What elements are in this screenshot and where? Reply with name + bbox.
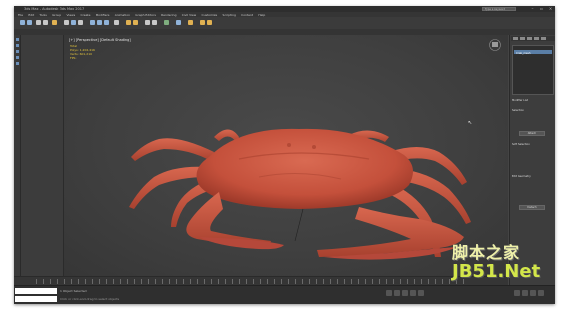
motion-tab-icon[interactable]: [534, 37, 539, 40]
rotate-icon[interactable]: [97, 20, 102, 25]
snap-icon[interactable]: [126, 20, 131, 25]
goto-end-icon[interactable]: [418, 290, 424, 296]
hierarchy-tab-icon[interactable]: [527, 37, 532, 40]
command-panel-tabs: [511, 36, 555, 41]
tool-icon[interactable]: [15, 56, 19, 59]
pan-icon[interactable]: [514, 290, 520, 296]
prev-frame-icon[interactable]: [394, 290, 400, 296]
next-frame-icon[interactable]: [410, 290, 416, 296]
detach-button[interactable]: Detach: [519, 205, 545, 210]
left-toolstrip: [14, 35, 21, 276]
status-line-1: 1 Object Selected: [60, 289, 87, 293]
watermark: 脚本之家 JB51.Net: [452, 239, 540, 289]
curve-editor-icon[interactable]: [176, 20, 181, 25]
layer-icon[interactable]: [164, 20, 169, 25]
search-input[interactable]: Type a keyword: [482, 7, 516, 11]
viewcube-icon[interactable]: [488, 39, 502, 51]
timeline-ticks: [36, 279, 466, 284]
create-tab-icon[interactable]: [513, 37, 518, 40]
select-by-name-icon[interactable]: [71, 20, 76, 25]
tool-icon[interactable]: [15, 50, 19, 53]
unlink-icon[interactable]: [43, 20, 48, 25]
redo-icon[interactable]: [27, 20, 32, 25]
watermark-chinese: 脚本之家: [452, 243, 521, 262]
rollout-selection[interactable]: Selection: [512, 109, 554, 113]
bind-icon[interactable]: [52, 20, 57, 25]
viewport-stats: Total Polys: 1,202,416 Verts: 601,210 FP…: [70, 44, 95, 60]
rollout-edit-geometry[interactable]: Edit Geometry: [512, 175, 554, 179]
reference-coord-icon[interactable]: [114, 20, 119, 25]
watermark-site: JB51.Net: [452, 261, 541, 282]
status-line-2: Click or click-and-drag to select object…: [60, 297, 120, 301]
render-setup-icon[interactable]: [200, 20, 205, 25]
material-editor-icon[interactable]: [188, 20, 193, 25]
maximize-viewport-icon[interactable]: [538, 290, 544, 296]
maxscript-listener[interactable]: [15, 288, 57, 294]
angle-snap-icon[interactable]: [133, 20, 138, 25]
play-icon[interactable]: [402, 290, 408, 296]
maxscript-input[interactable]: [15, 296, 57, 302]
undo-icon[interactable]: [20, 20, 25, 25]
tool-icon[interactable]: [15, 44, 19, 47]
modify-tab-icon[interactable]: [520, 37, 525, 40]
tool-icon[interactable]: [15, 38, 19, 41]
goto-start-icon[interactable]: [386, 290, 392, 296]
rollout-modifier-list[interactable]: Modifier List: [512, 99, 554, 103]
link-icon[interactable]: [36, 20, 41, 25]
scene-explorer: [21, 35, 64, 276]
crab-model[interactable]: [119, 97, 479, 272]
move-icon[interactable]: [90, 20, 95, 25]
render-icon[interactable]: [207, 20, 212, 25]
scale-icon[interactable]: [104, 20, 109, 25]
display-tab-icon[interactable]: [541, 37, 546, 40]
mirror-icon[interactable]: [145, 20, 150, 25]
tool-icon[interactable]: [15, 62, 19, 65]
modifier-stack-selected[interactable]: Crab_mesh: [514, 50, 552, 55]
align-icon[interactable]: [152, 20, 157, 25]
region-select-icon[interactable]: [78, 20, 83, 25]
zoom-icon[interactable]: [530, 290, 536, 296]
attach-button[interactable]: Attach: [519, 131, 545, 136]
orbit-icon[interactable]: [522, 290, 528, 296]
viewport-label[interactable]: [+] [Perspective] [Default Shading]: [69, 38, 131, 42]
rollout-soft-selection[interactable]: Soft Selection: [512, 143, 554, 147]
modifier-stack[interactable]: Crab_mesh: [512, 45, 554, 95]
select-icon[interactable]: [64, 20, 69, 25]
perspective-viewport[interactable]: [+] [Perspective] [Default Shading] Tota…: [64, 35, 508, 276]
